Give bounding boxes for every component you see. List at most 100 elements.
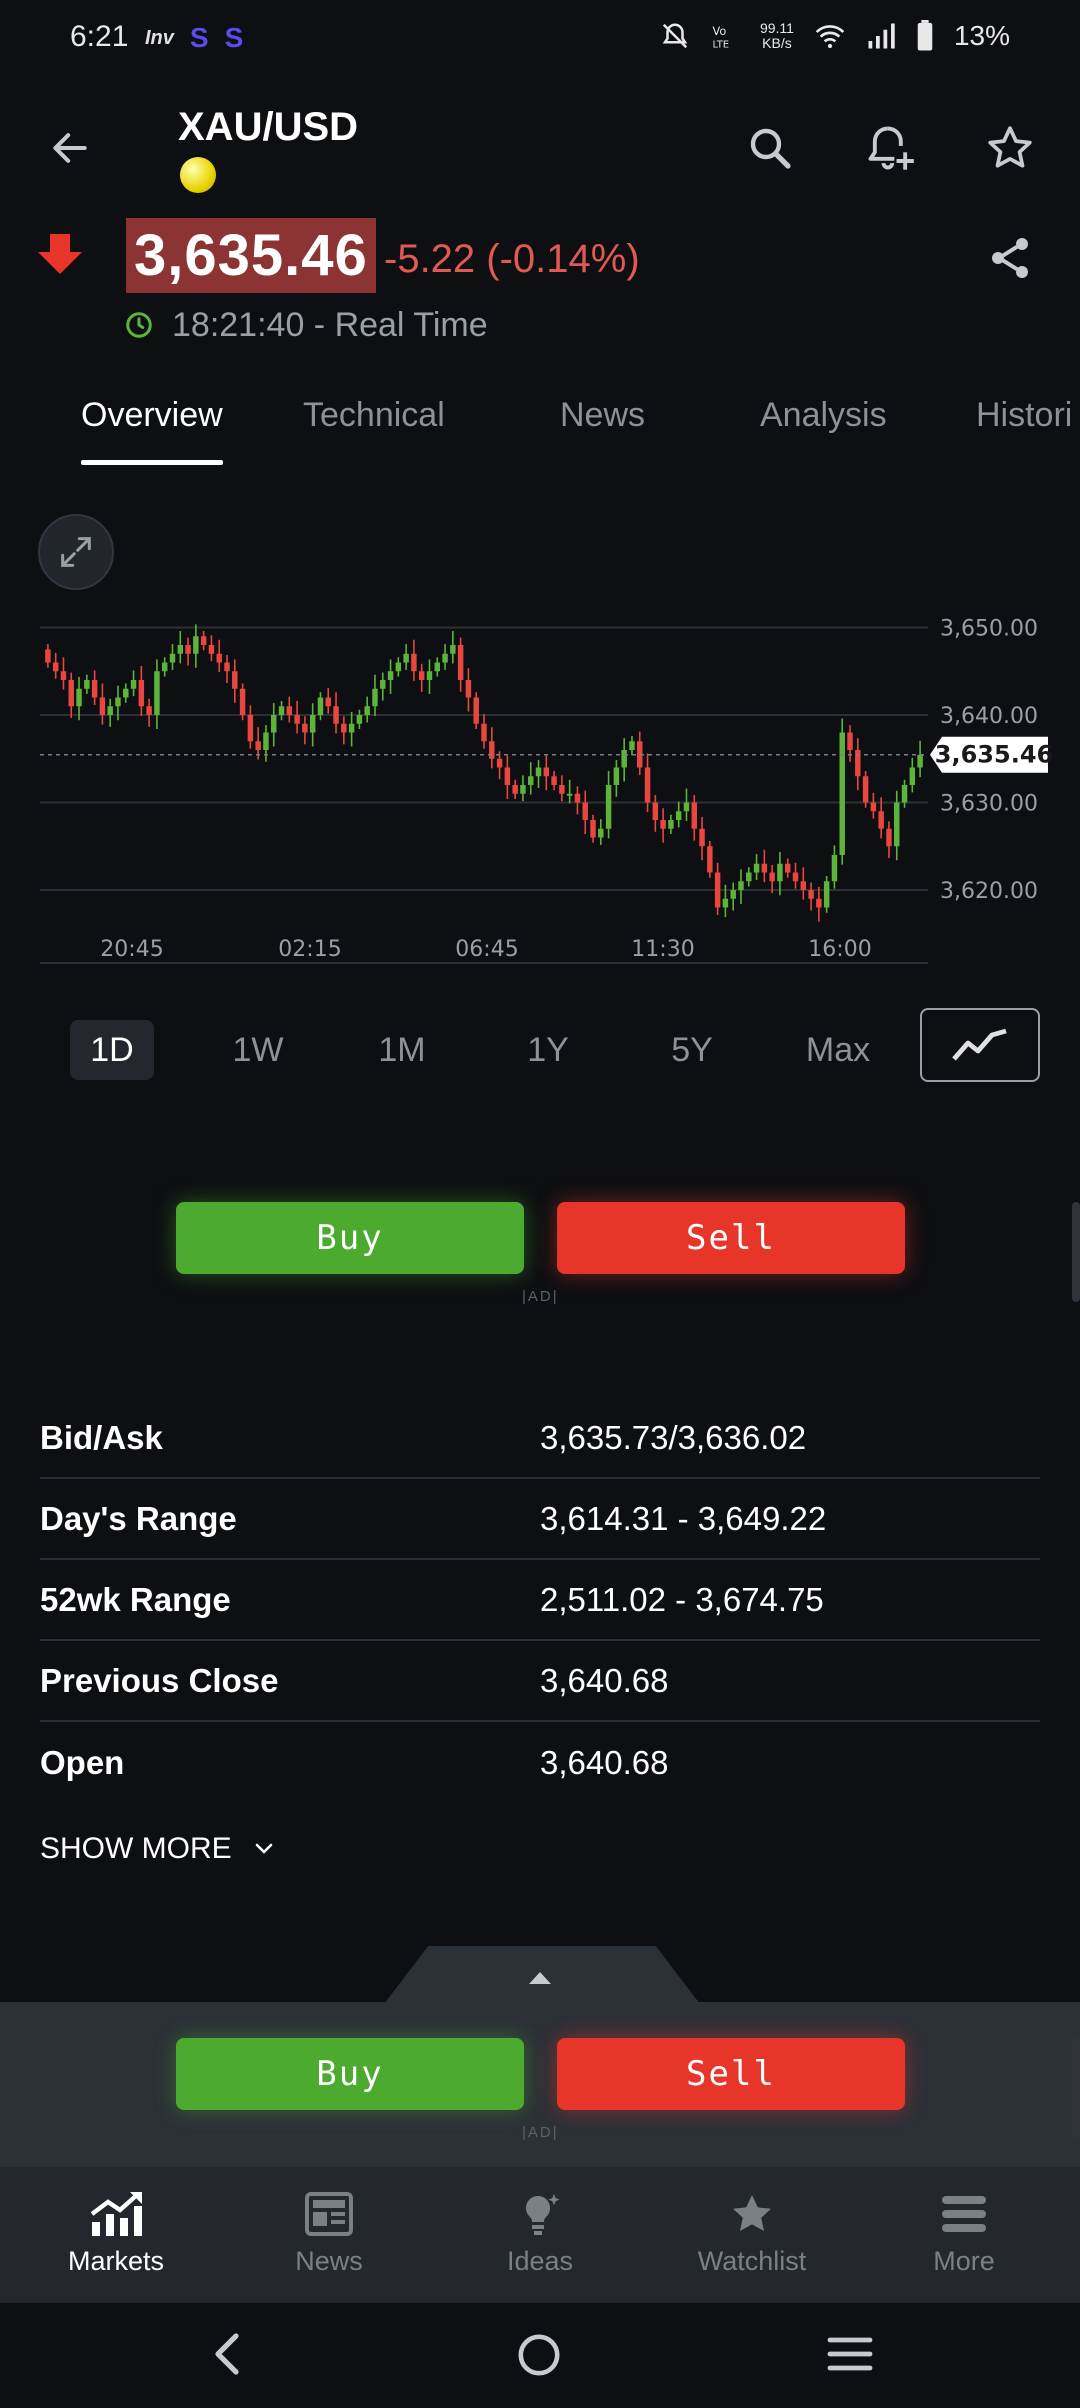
candle-body: [255, 741, 261, 750]
candle-body: [901, 785, 908, 803]
candle-body: [286, 706, 293, 715]
system-back-button[interactable]: [208, 2330, 248, 2383]
timeframe-1d[interactable]: 1D: [70, 1020, 154, 1080]
status-bar: 6:21 Inv S S Vo LTE 99.11 KB/s 13%: [0, 0, 1080, 80]
candle-body: [169, 653, 176, 663]
share-button[interactable]: [980, 228, 1040, 288]
candle-body: [691, 802, 697, 829]
tab-news[interactable]: News: [560, 396, 645, 435]
candle-body: [777, 863, 783, 882]
timeframe-1w[interactable]: 1W: [216, 1020, 300, 1080]
nav-news[interactable]: News: [249, 2190, 409, 2277]
candle-body: [707, 846, 713, 873]
x-tick-label: 06:45: [455, 937, 518, 962]
candle-body: [590, 820, 596, 838]
candle-body: [629, 741, 635, 750]
tab-historical[interactable]: Histori: [976, 396, 1080, 435]
candle-body: [894, 802, 900, 847]
panel-buy-button[interactable]: Buy: [176, 2038, 524, 2110]
candle-body: [138, 680, 145, 707]
candle-body: [263, 732, 269, 750]
candle-body: [878, 811, 884, 829]
candle-body: [551, 776, 557, 785]
notification-icons: Inv S S: [145, 22, 243, 54]
price-change: -5.22 (-0.14%): [384, 237, 640, 281]
expand-chart-button[interactable]: [38, 514, 114, 590]
buy-button[interactable]: Buy: [176, 1202, 524, 1274]
svg-text:Vo: Vo: [712, 25, 726, 38]
menu-icon: [942, 2196, 986, 2232]
watchlist-star-button[interactable]: [980, 118, 1040, 178]
signal-icon: [868, 23, 895, 49]
system-status-icons: Vo LTE 99.11 KB/s 13%: [660, 20, 1010, 52]
nav-ideas[interactable]: Ideas: [460, 2190, 620, 2277]
y-tick-label: 3,620.00: [940, 879, 1038, 904]
candle-body: [582, 802, 588, 820]
news-icon: [305, 2192, 353, 2236]
nav-markets[interactable]: Markets: [36, 2190, 196, 2277]
candle-body: [348, 723, 355, 733]
candle-body: [76, 688, 82, 707]
candle-body: [652, 802, 659, 820]
candle-body: [481, 723, 487, 742]
nav-more[interactable]: More: [884, 2190, 1044, 2277]
tab-analysis[interactable]: Analysis: [760, 396, 887, 435]
candle-body: [84, 680, 90, 689]
candle-body: [193, 636, 199, 654]
timeframe-1y[interactable]: 1Y: [506, 1020, 590, 1080]
tab-technical[interactable]: Technical: [303, 396, 445, 435]
candle-body: [333, 706, 339, 724]
ideas-icon: [525, 2194, 560, 2235]
timeframe-1m[interactable]: 1M: [360, 1020, 444, 1080]
chart-type-button[interactable]: [920, 1008, 1040, 1082]
candle-body: [465, 680, 472, 698]
system-recents-button[interactable]: [826, 2334, 874, 2379]
candle-body: [302, 723, 308, 733]
candle-body: [356, 715, 363, 724]
timeframe-5y[interactable]: 5Y: [650, 1020, 734, 1080]
price-chart[interactable]: 3,650.00 3,640.00 3,630.00 3,620.00 20:45 02:…: [0, 500, 1080, 970]
side-scroll-indicator: [1072, 1202, 1080, 1302]
candle-body: [309, 715, 316, 733]
panel-sell-button[interactable]: Sell: [557, 2038, 905, 2110]
line-chart-icon: [952, 1028, 1007, 1061]
candle-body: [403, 653, 409, 663]
candle-body: [130, 680, 137, 689]
bell-plus-icon: [868, 126, 914, 170]
timeframe-max[interactable]: Max: [790, 1020, 886, 1080]
candle-body: [341, 723, 347, 733]
nav-watchlist[interactable]: Watchlist: [672, 2190, 832, 2277]
candle-body: [566, 793, 573, 796]
recents-icon: [827, 2337, 873, 2371]
home-circle-icon: [518, 2334, 560, 2376]
candle-body: [200, 636, 207, 645]
add-alert-button[interactable]: [860, 118, 920, 178]
candle-body: [543, 767, 550, 777]
back-button[interactable]: [40, 118, 100, 178]
candle-body: [761, 863, 768, 873]
candle-body: [683, 802, 690, 812]
candle-body: [317, 697, 324, 715]
chevron-down-icon: [255, 1843, 272, 1854]
gold-coin-icon: [180, 157, 216, 193]
candle-body: [418, 671, 425, 680]
search-button[interactable]: [740, 118, 800, 178]
current-price-label: 3,635.46: [935, 741, 1053, 769]
candle-body: [239, 688, 246, 715]
last-price: 3,635.46: [126, 218, 376, 293]
show-more-button[interactable]: SHOW MORE: [40, 1832, 276, 1866]
candle-body: [621, 750, 627, 768]
sell-button[interactable]: Sell: [557, 1202, 905, 1274]
candle-body: [862, 776, 869, 803]
candle-body: [91, 680, 98, 698]
candle-body: [512, 785, 518, 794]
candle-body: [434, 662, 440, 672]
tab-overview[interactable]: Overview: [81, 396, 223, 435]
stat-row-days-range: Day's Range 3,614.31 - 3,649.22: [40, 1479, 1040, 1560]
candle-body: [224, 662, 230, 672]
candle-body: [60, 671, 67, 680]
system-home-button[interactable]: [516, 2332, 562, 2383]
candle-body: [800, 881, 807, 890]
candle-body: [372, 688, 378, 707]
candle-body: [411, 653, 417, 672]
